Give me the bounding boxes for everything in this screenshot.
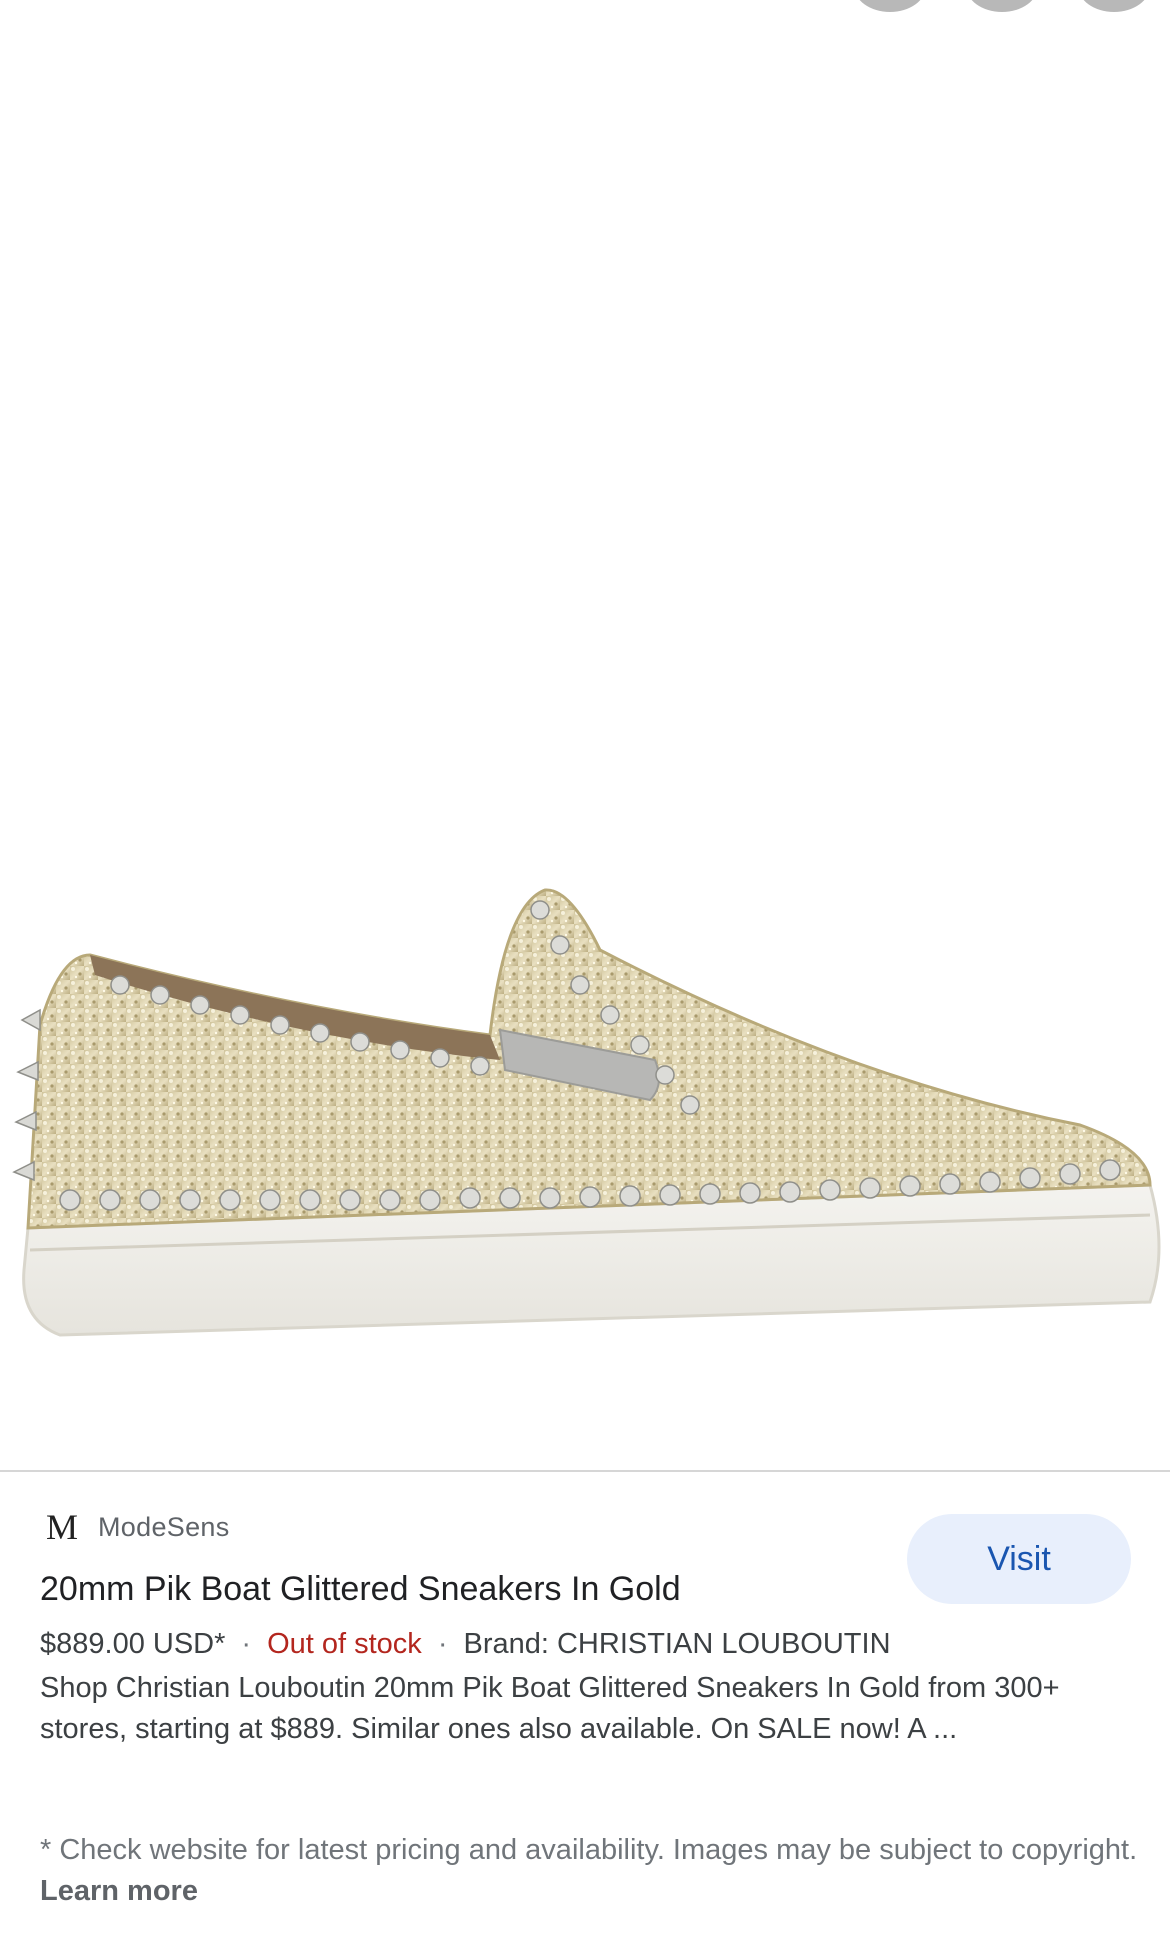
source-name: ModeSens [98, 1511, 230, 1542]
learn-more-link[interactable]: Learn more [40, 1875, 198, 1907]
product-image[interactable] [0, 0, 1170, 1470]
product-title[interactable]: 20mm Pik Boat Glittered Sneakers In Gold [40, 1570, 681, 1609]
disclaimer: * Check website for latest pricing and a… [40, 1830, 1140, 1912]
product-meta: $889.00 USD* · Out of stock · Brand: CHRISTI… [40, 1628, 891, 1661]
source-logo-icon: M [46, 1507, 79, 1547]
circle-button-icon[interactable] [966, 0, 1038, 12]
disclaimer-text: * Check website for latest pricing and a… [40, 1834, 1138, 1866]
separator: · [437, 1628, 448, 1660]
stock-status: Out of stock [267, 1628, 422, 1660]
circle-button-icon[interactable] [854, 0, 926, 12]
visit-button[interactable]: Visit [907, 1514, 1131, 1604]
brand: Brand: CHRISTIAN LOUBOUTIN [463, 1628, 891, 1660]
separator: · [241, 1628, 252, 1660]
circle-button-icon[interactable] [1078, 0, 1150, 12]
price: $889.00 USD* [40, 1628, 226, 1660]
source-row[interactable]: M ModeSens [46, 1506, 230, 1548]
product-description: Shop Christian Louboutin 20mm Pik Boat G… [40, 1672, 1060, 1745]
top-actions [854, 0, 1150, 12]
result-card: M ModeSens Visit 20mm Pik Boat Glittered… [0, 1472, 1170, 1951]
glitter-studded-sneaker-image [12, 888, 1161, 1337]
